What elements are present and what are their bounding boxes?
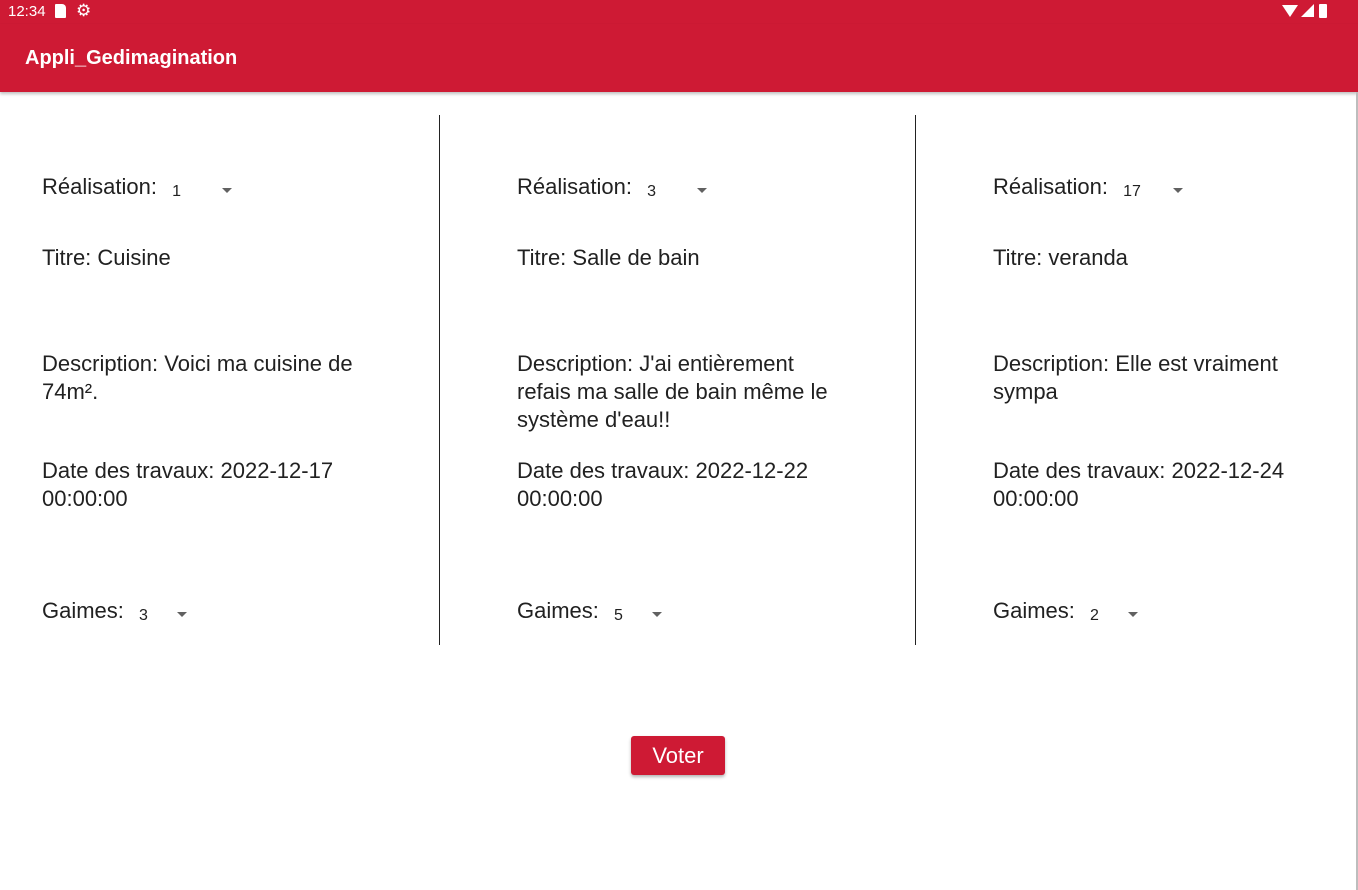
gaimes-value: 3 xyxy=(139,607,148,624)
status-time: 12:34 xyxy=(8,3,46,20)
realisation-spinner[interactable]: 17 xyxy=(1114,176,1184,204)
dropdown-arrow-icon xyxy=(222,187,233,193)
realisation-value: 17 xyxy=(1123,183,1141,200)
gaimes-value: 2 xyxy=(1090,607,1099,624)
realisation-label: Réalisation: xyxy=(517,174,632,199)
realisation-spinner[interactable]: 3 xyxy=(638,176,708,204)
status-bar: 12:34 ⚙ xyxy=(0,0,1358,24)
realisation-card: Réalisation: 17 Titre: veranda Descripti… xyxy=(993,92,1323,652)
description-text: Description: Elle est vraiment sympa xyxy=(993,351,1278,404)
realisation-label: Réalisation: xyxy=(993,174,1108,199)
gaimes-spinner[interactable]: 3 xyxy=(130,600,188,628)
date-text: Date des travaux: 2022-12-24 00:00:00 xyxy=(993,458,1285,511)
realisation-value: 1 xyxy=(172,183,181,200)
app-bar: Appli_Gedimagination xyxy=(0,24,1358,92)
gaimes-spinner[interactable]: 2 xyxy=(1081,600,1139,628)
dropdown-arrow-icon xyxy=(177,611,188,617)
settings-icon: ⚙ xyxy=(76,1,92,20)
realisation-row: Réalisation: 3 xyxy=(517,173,708,204)
gaimes-value: 5 xyxy=(614,607,623,624)
realisation-row: Réalisation: 17 xyxy=(993,173,1184,204)
realisation-spinner[interactable]: 1 xyxy=(163,176,233,204)
description-text: Description: J'ai entièrement refais ma … xyxy=(517,351,828,432)
dropdown-arrow-icon xyxy=(697,187,708,193)
dropdown-arrow-icon xyxy=(652,611,663,617)
wifi-icon xyxy=(1282,5,1298,17)
realisation-label: Réalisation: xyxy=(42,174,157,199)
column-divider xyxy=(915,115,916,645)
battery-icon xyxy=(1319,4,1327,18)
titre-text: Titre: Salle de bain xyxy=(517,245,700,270)
app-title: Appli_Gedimagination xyxy=(25,47,238,69)
gaimes-row: Gaimes: 3 xyxy=(42,597,188,628)
gaimes-row: Gaimes: 5 xyxy=(517,597,663,628)
vote-button[interactable]: Voter xyxy=(631,736,725,775)
realisation-value: 3 xyxy=(647,183,656,200)
date-text: Date des travaux: 2022-12-22 00:00:00 xyxy=(517,458,809,511)
column-divider xyxy=(439,115,440,645)
date-text: Date des travaux: 2022-12-17 00:00:00 xyxy=(42,458,334,511)
description-text: Description: Voici ma cuisine de 74m². xyxy=(42,351,353,404)
gaimes-spinner[interactable]: 5 xyxy=(605,600,663,628)
titre-text: Titre: Cuisine xyxy=(42,245,171,270)
titre-text: Titre: veranda xyxy=(993,245,1128,270)
gaimes-row: Gaimes: 2 xyxy=(993,597,1139,628)
dropdown-arrow-icon xyxy=(1128,611,1139,617)
gaimes-label: Gaimes: xyxy=(517,598,599,623)
signal-icon xyxy=(1301,4,1314,17)
realisation-row: Réalisation: 1 xyxy=(42,173,233,204)
sd-card-icon xyxy=(55,4,66,18)
dropdown-arrow-icon xyxy=(1173,187,1184,193)
realisation-card: Réalisation: 1 Titre: Cuisine Descriptio… xyxy=(42,92,372,652)
gaimes-label: Gaimes: xyxy=(993,598,1075,623)
gaimes-label: Gaimes: xyxy=(42,598,124,623)
realisation-card: Réalisation: 3 Titre: Salle de bain Desc… xyxy=(517,92,847,652)
